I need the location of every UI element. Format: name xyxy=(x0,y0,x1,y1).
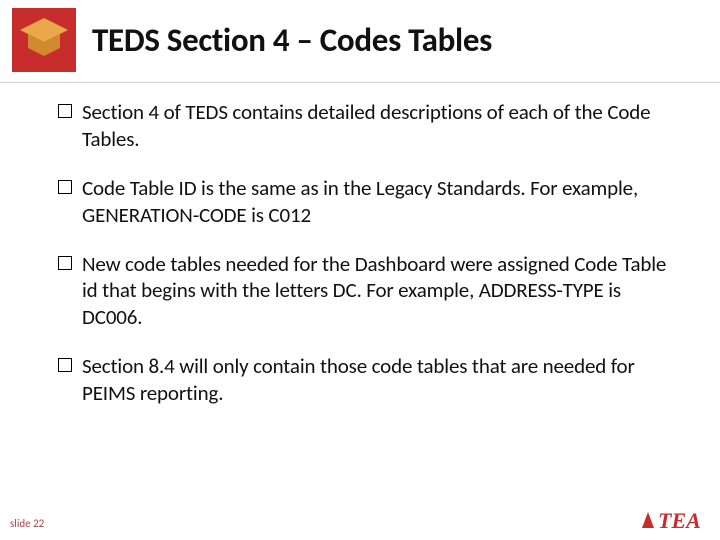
slide-content: Section 4 of TEDS contains detailed desc… xyxy=(0,83,720,407)
tea-logo-text: TEA xyxy=(658,508,701,533)
bullet-item: Section 4 of TEDS contains detailed desc… xyxy=(58,99,676,153)
bullet-item: Code Table ID is the same as in the Lega… xyxy=(58,175,676,229)
slide-title: TEDS Section 4 – Codes Tables xyxy=(92,20,492,60)
logo-badge xyxy=(12,8,76,72)
tea-logo: TEA xyxy=(640,504,712,536)
slide-number: slide 22 xyxy=(10,517,44,530)
slide-header: TEDS Section 4 – Codes Tables xyxy=(0,0,720,76)
bullet-item: Section 8.4 will only contain those code… xyxy=(58,353,676,407)
bullet-item: New code tables needed for the Dashboard… xyxy=(58,251,676,332)
graduation-cap-icon xyxy=(18,14,70,66)
